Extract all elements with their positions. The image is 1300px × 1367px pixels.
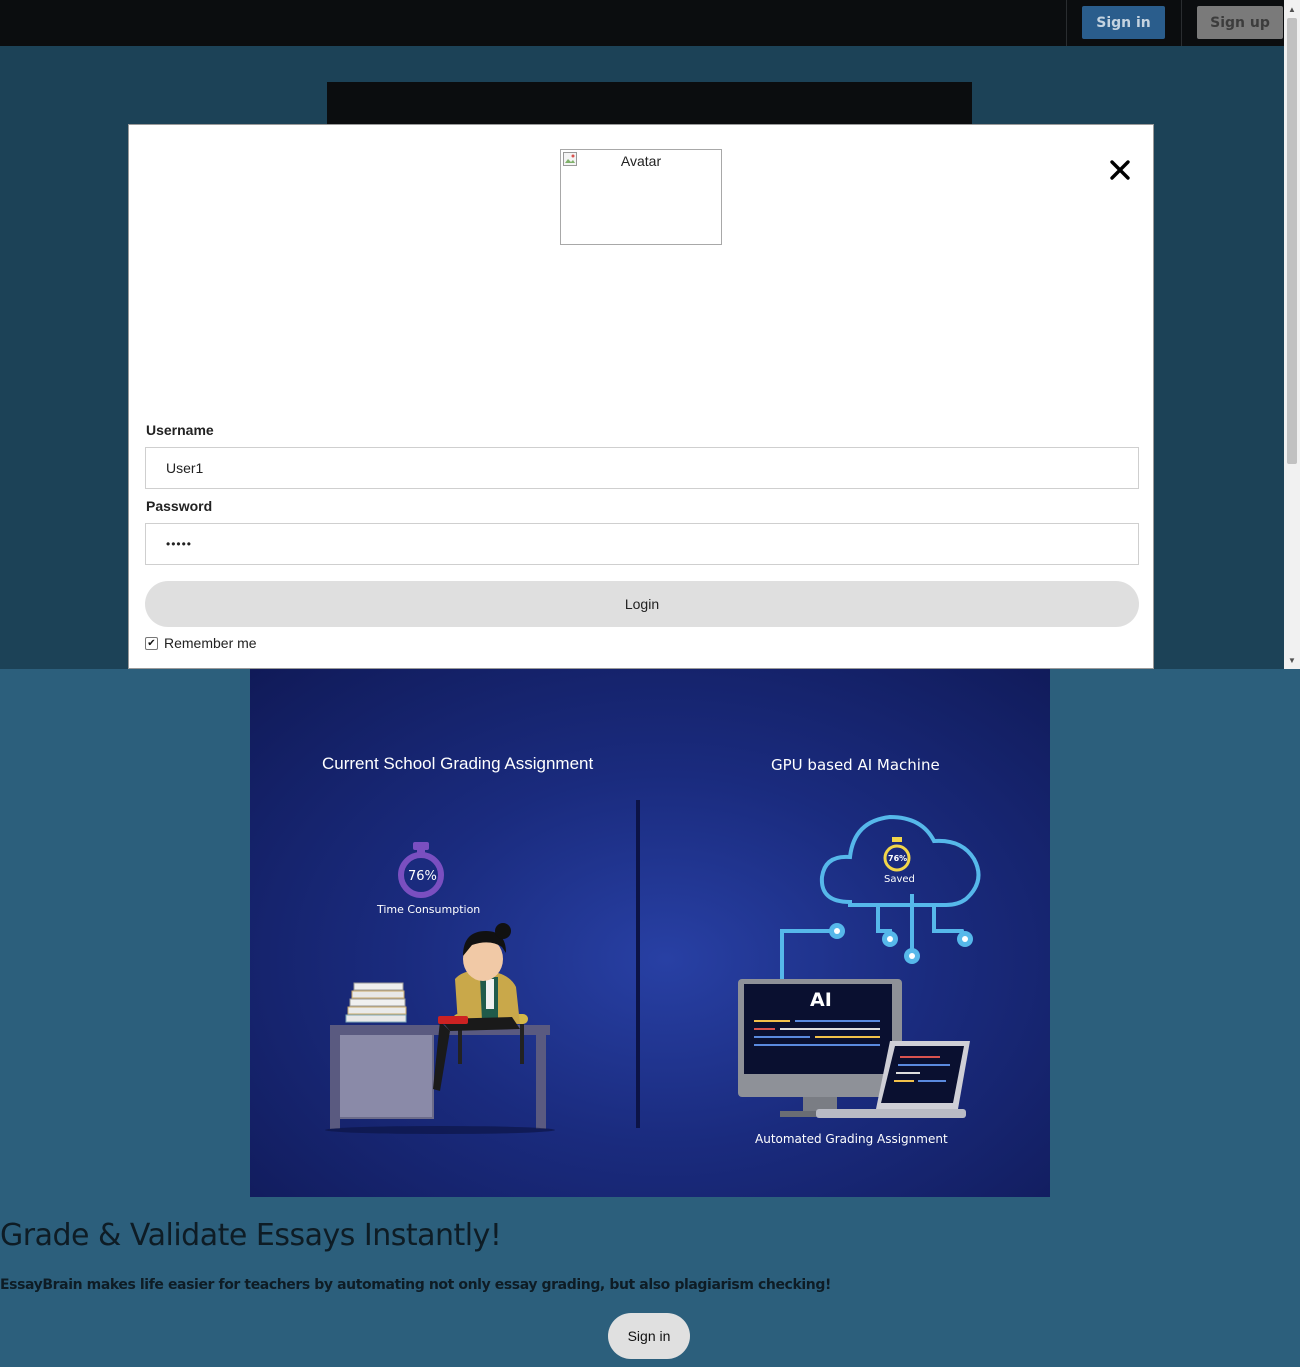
avatar-alt-text: Avatar	[620, 153, 662, 169]
remember-me: ✔ Remember me	[145, 635, 257, 651]
remember-me-label: Remember me	[164, 635, 257, 651]
scroll-up-arrow-icon[interactable]: ▲	[1284, 2, 1300, 16]
hero-left-percent: 76%	[408, 869, 437, 884]
password-input[interactable]: •••••	[145, 523, 1139, 565]
hero-divider	[636, 800, 640, 1128]
hero-right-caption: Saved	[884, 874, 915, 885]
top-navbar: Sign in Sign up	[0, 0, 1284, 46]
scrollbar-thumb[interactable]	[1287, 18, 1297, 464]
books-stack	[345, 982, 407, 1023]
remember-me-checkbox[interactable]: ✔	[145, 636, 158, 650]
hero-right-percent: 76%	[888, 854, 908, 863]
teacher-figure	[433, 923, 528, 1091]
username-label: Username	[146, 422, 214, 438]
hero-left-caption: Time Consumption	[377, 903, 481, 916]
nav-signin-button[interactable]: Sign in	[1082, 6, 1165, 39]
page-headline: Grade & Validate Essays Instantly!	[0, 1218, 502, 1253]
cta-signin-button[interactable]: Sign in	[608, 1313, 690, 1359]
page-subtext: EssayBrain makes life easier for teacher…	[0, 1277, 831, 1293]
scrollbar[interactable]: ▲ ▼	[1284, 0, 1300, 669]
username-input[interactable]: User1	[145, 447, 1139, 489]
hero-screen-label: AI	[810, 989, 832, 1011]
login-button[interactable]: Login	[145, 581, 1139, 627]
hero-artwork	[325, 800, 981, 1134]
hero-bottom-caption: Automated Grading Assignment	[755, 1132, 948, 1146]
nav-signup-button[interactable]: Sign up	[1197, 6, 1283, 39]
password-label: Password	[146, 498, 213, 514]
avatar-image: Avatar	[560, 149, 722, 245]
navbar-divider	[1181, 0, 1182, 46]
hero-illustration: Current School Grading Assignment GPU ba…	[250, 669, 1050, 1197]
close-icon[interactable]	[1109, 159, 1131, 183]
login-modal: Avatar Username User1 Password ••••• Log…	[128, 124, 1154, 669]
navbar-divider	[1066, 0, 1067, 46]
scroll-down-arrow-icon[interactable]: ▼	[1284, 653, 1300, 667]
